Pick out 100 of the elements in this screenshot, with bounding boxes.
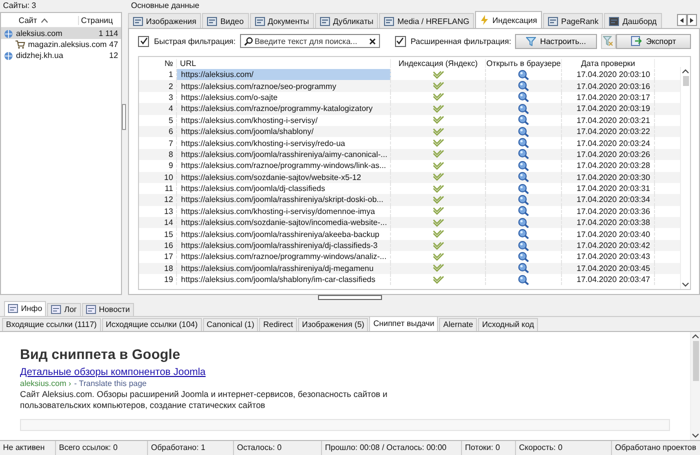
search-icon[interactable] [518,229,530,240]
filter-label: Расширенная фильтрация: [410,36,512,46]
page-count: 12 [109,51,120,60]
search-field[interactable]: Введите текст для поиска... [240,34,380,48]
url-cell[interactable]: https://aleksius.com/sozdanie-sajtov/website-x5-12 [177,172,392,183]
status-text: Обработано проектов [615,443,696,452]
scrollbar[interactable] [680,67,690,289]
search-icon[interactable] [518,240,530,251]
date-cell: 17.04.2020 20:03:26 [562,148,656,160]
site-row[interactable]: didzhej.kh.ua 12 [1,50,122,61]
site-row[interactable]: aleksius.com 1 114 [1,28,122,39]
tab[interactable]: Alernate [439,318,478,331]
scroll-thumb[interactable] [692,340,698,381]
result-title-link[interactable]: Детальные обзоры компонентов Joomla [20,366,670,378]
tab[interactable]: Сниппет выдачи [369,316,438,331]
checkbox[interactable] [394,36,406,46]
date-cell: 17.04.2020 20:03:42 [562,240,656,252]
search-icon[interactable] [518,263,530,274]
url-cell[interactable]: https://aleksius.com/joomla/rasshireniya/skript-doski-ob... [177,194,392,206]
tab[interactable]: Новости [82,302,134,316]
status-text: Прошло: 00:08 / Осталось: 00:00 [325,443,446,452]
splitter-handle[interactable] [122,104,126,130]
site-row[interactable]: magazin.aleksius.com 47 [1,39,122,50]
tab[interactable]: PageRank [543,13,604,28]
column-header[interactable]: URL [177,58,392,68]
site-name: magazin.aleksius.com [28,40,108,49]
row-number: 4 [139,103,178,115]
tab[interactable]: Исходный код [478,318,538,331]
globe-icon [4,28,13,38]
search-icon[interactable] [518,81,530,92]
url-cell[interactable]: https://aleksius.com/joomla/rasshireniya/aimy-canonical-... [177,148,392,160]
tab[interactable]: Дубликаты [314,13,378,28]
url-cell[interactable]: https://aleksius.com/joomla/shablony/ [177,126,392,138]
tab[interactable]: Документы [250,13,314,28]
url-cell[interactable]: https://aleksius.com/ [177,69,392,80]
date-cell: 17.04.2020 20:03:45 [562,262,656,274]
tab[interactable]: Изображения (5) [298,318,368,331]
tab[interactable]: Входящие ссылки (1117) [2,318,101,331]
tab[interactable]: Исходящие ссылки (104) [102,318,202,331]
search-icon[interactable] [518,115,530,126]
document-icon [320,16,330,26]
configure-button[interactable]: Настроить... [515,34,597,48]
status-text: Осталось: 0 [237,443,282,452]
checkbox[interactable] [138,36,150,46]
search-icon[interactable] [518,138,530,148]
row-number: 16 [139,240,178,252]
document-icon [384,16,394,26]
search-icon[interactable] [518,172,530,182]
scrollbar[interactable] [690,332,700,440]
column-header[interactable]: № [139,58,178,68]
url-cell[interactable]: https://aleksius.com/raznoe/programmy-katalogizatory [177,103,392,115]
url-cell[interactable]: https://aleksius.com/joomla/shablony/im-car-classifieds [177,274,392,286]
search-icon[interactable] [518,149,530,160]
tab[interactable]: Redirect [259,318,298,331]
column-header[interactable]: Сайт [1,16,42,24]
snippet-heading: Вид сниппета в Google [20,346,182,362]
scroll-thumb[interactable] [682,76,688,86]
tab[interactable]: Лог [47,302,81,316]
document-icon [51,305,62,314]
tab[interactable]: Инфо [4,300,46,316]
search-icon[interactable] [518,160,530,171]
column-header[interactable]: Страниц [78,16,122,24]
clear-icon[interactable] [368,38,376,44]
search-icon[interactable] [518,92,530,102]
search-icon[interactable] [518,104,530,114]
panel-title: Основные данные [130,0,200,12]
row-number: 14 [139,217,178,228]
search-icon[interactable] [518,274,530,285]
tab[interactable]: Изображения [128,13,202,28]
search-icon[interactable] [518,126,530,137]
row-number: 8 [139,148,178,160]
tab[interactable]: Видео [202,13,249,28]
url-cell[interactable]: https://aleksius.com/joomla/rasshireniya/dj-classifieds-3 [177,240,392,252]
export-button[interactable]: Экспорт [616,34,691,48]
column-header[interactable]: Открыть в браузере [486,58,562,68]
tab[interactable]: Дашборд [604,13,662,28]
tab[interactable]: Индексация [475,11,542,28]
search-icon[interactable] [518,194,530,205]
tab[interactable]: Canonical (1) [202,318,258,331]
translate-link[interactable]: - Translate this page [74,378,147,388]
column-header[interactable]: Индексация (Яндекс) [391,58,486,68]
date-cell: 17.04.2020 20:03:34 [562,194,656,206]
page-count: 1 114 [98,29,120,38]
url-cell[interactable]: https://aleksius.com/raznoe/seo-programmy [177,80,392,92]
url-cell[interactable]: https://aleksius.com/sozdanie-sajtov/incomedia-website-... [177,217,392,228]
search-icon[interactable] [518,252,530,262]
url-cell[interactable]: https://aleksius.com/joomla/rasshireniya/dj-megamenu [177,262,392,274]
row-number: 12 [139,194,178,206]
search-icon[interactable] [518,218,530,228]
status-text: Не активен [3,443,45,452]
splitter-handle[interactable] [318,295,382,300]
scroll-left-button[interactable] [677,14,687,26]
site-name: didzhej.kh.ua [16,51,64,60]
search-icon[interactable] [518,206,530,216]
search-icon[interactable] [518,70,530,80]
date-cell: 17.04.2020 20:03:30 [562,172,656,183]
search-icon[interactable] [518,184,530,194]
scroll-right-button[interactable] [687,14,697,26]
tab[interactable]: Media / HREFLANG [379,13,474,28]
column-header[interactable]: Дата проверки [562,58,656,68]
